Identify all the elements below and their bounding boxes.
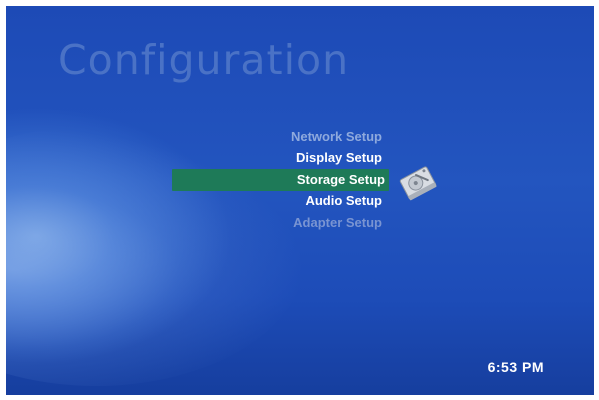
clock: 6:53 PM (487, 359, 544, 375)
background-glow (6, 126, 306, 386)
menu-item-adapter-setup: Adapter Setup (293, 215, 382, 230)
menu-item-display-setup[interactable]: Display Setup (296, 148, 382, 168)
menu-item-storage-setup-label: Storage Setup (296, 172, 385, 187)
menu-item-network-setup[interactable]: Network Setup (291, 127, 382, 147)
media-center-screen: Configuration Network Setup Display Setu… (6, 6, 594, 395)
page-title: Configuration (58, 36, 350, 84)
hard-drive-icon (396, 163, 440, 203)
menu-item-audio-setup[interactable]: Audio Setup (305, 191, 382, 211)
menu-item-storage-setup[interactable]: Storage Setup (172, 169, 389, 191)
